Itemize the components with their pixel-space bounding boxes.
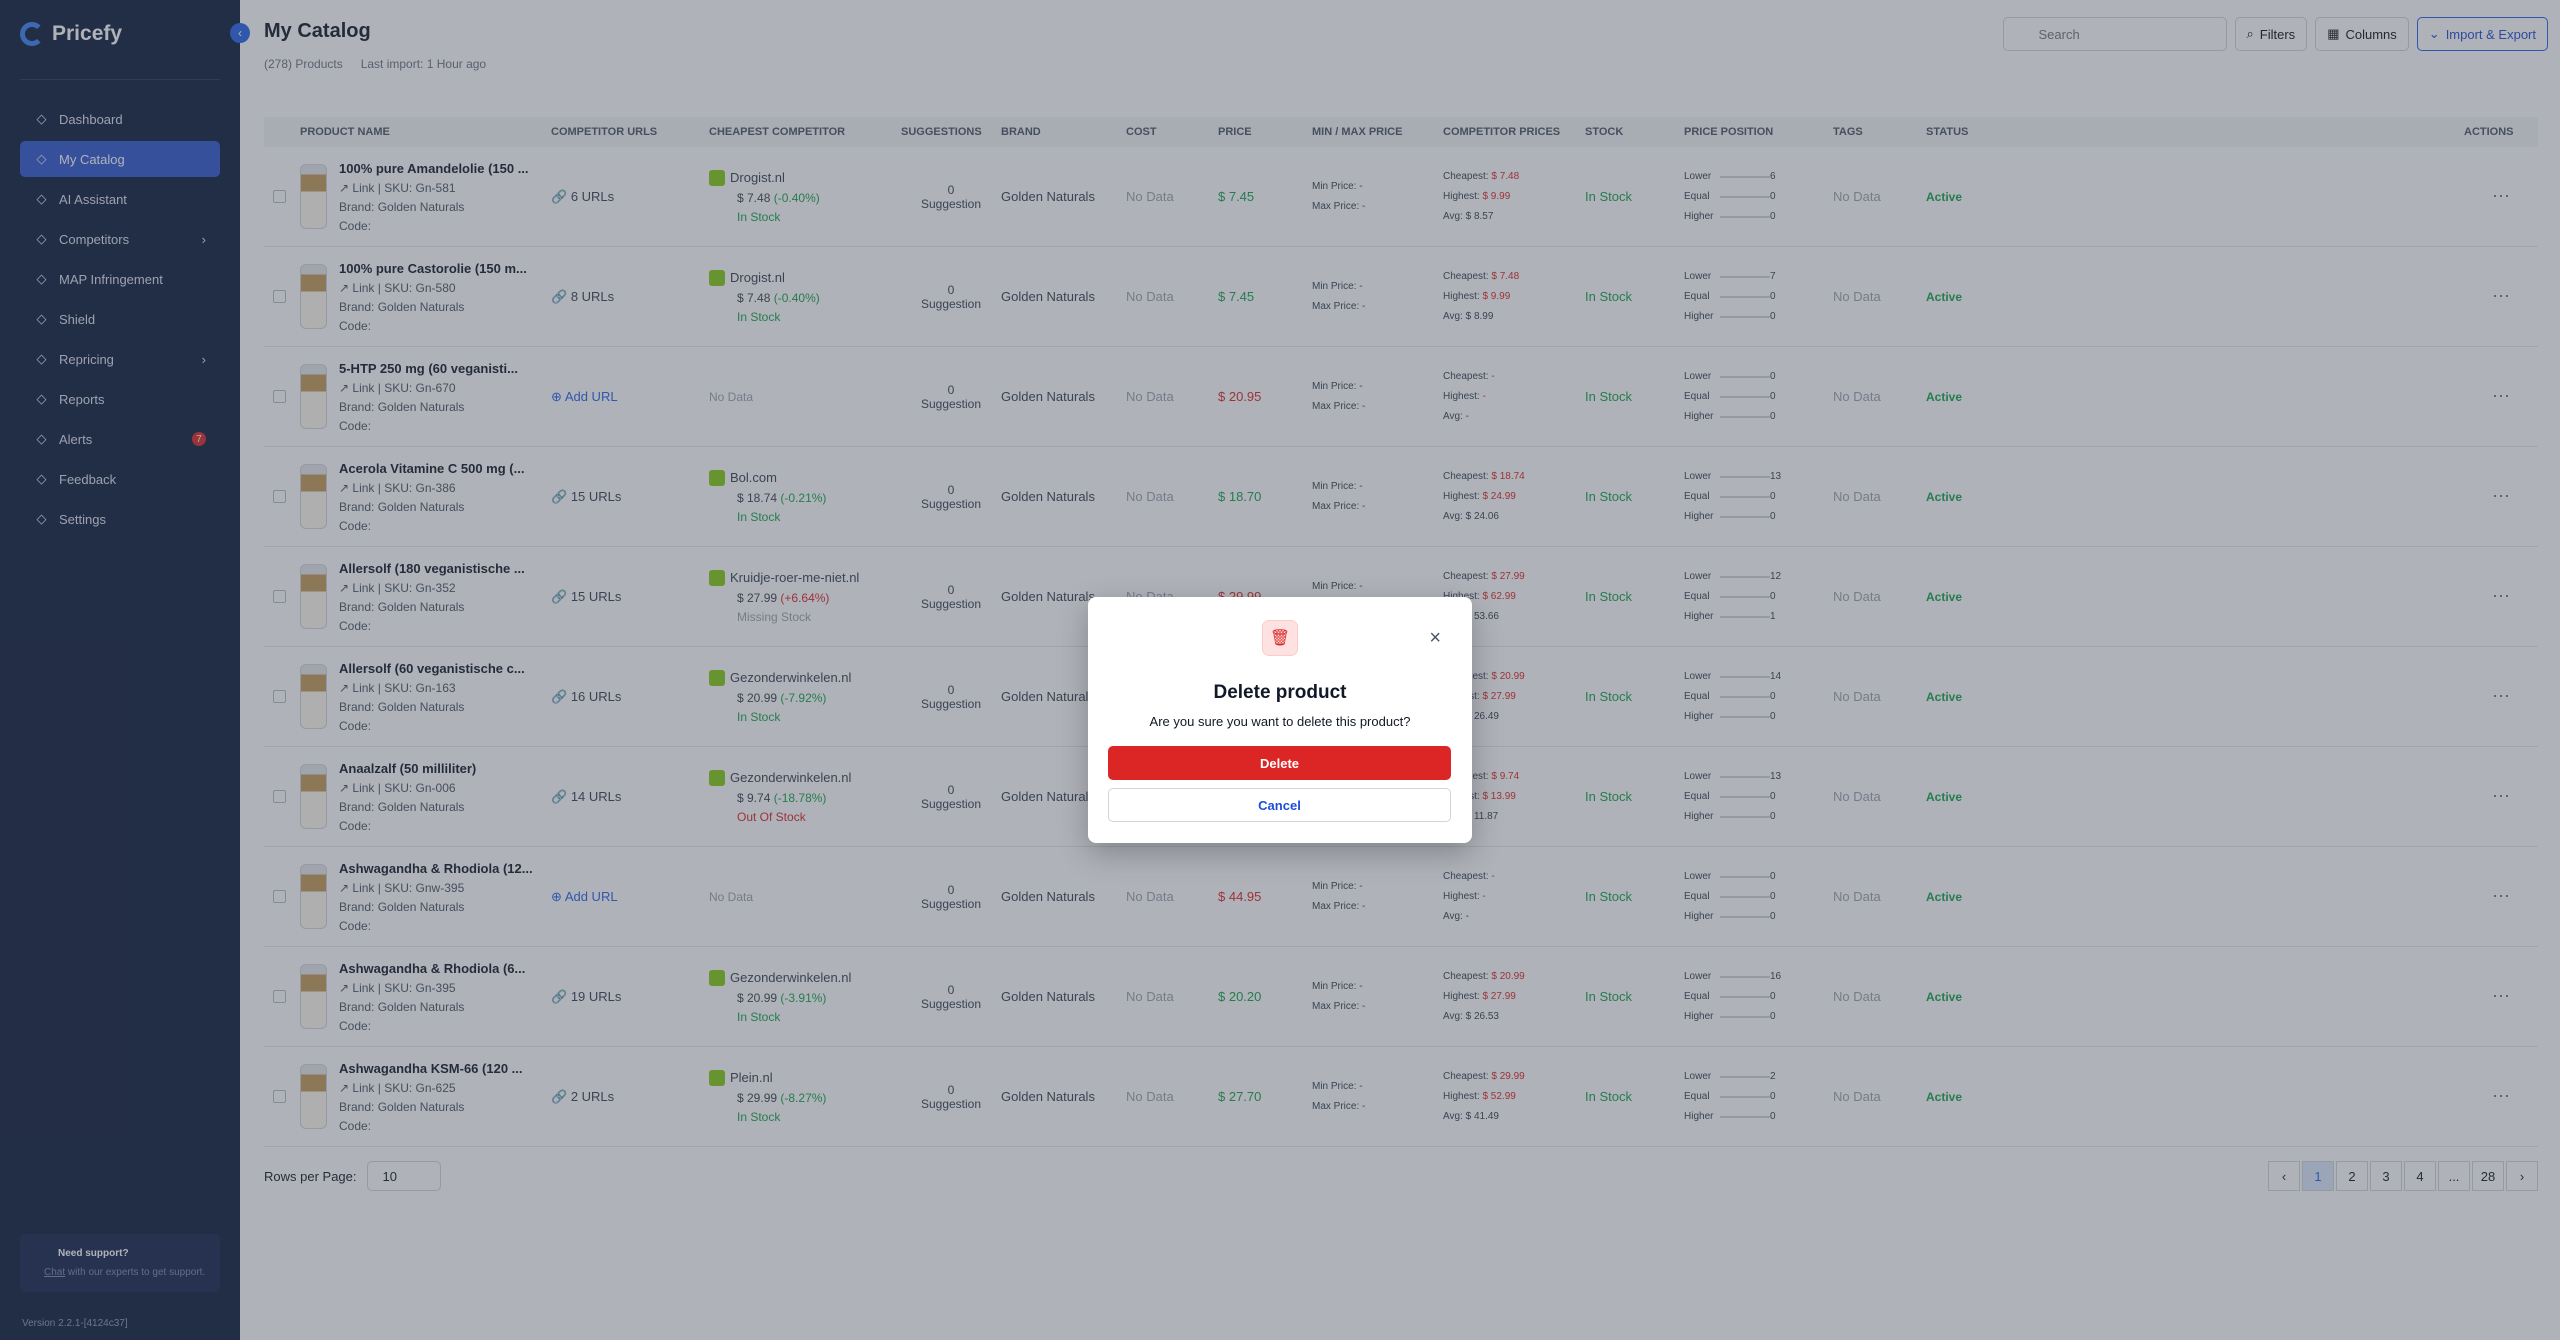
close-icon[interactable]: × [1429, 627, 1441, 650]
trash-icon: 🗑 [1262, 620, 1298, 656]
delete-product-dialog: 🗑 × Delete product Are you sure you want… [1088, 597, 1472, 843]
cancel-button[interactable]: Cancel [1108, 788, 1451, 822]
delete-button[interactable]: Delete [1108, 746, 1451, 780]
dialog-message: Are you sure you want to delete this pro… [1149, 714, 1411, 729]
dialog-title: Delete product [1213, 682, 1347, 703]
